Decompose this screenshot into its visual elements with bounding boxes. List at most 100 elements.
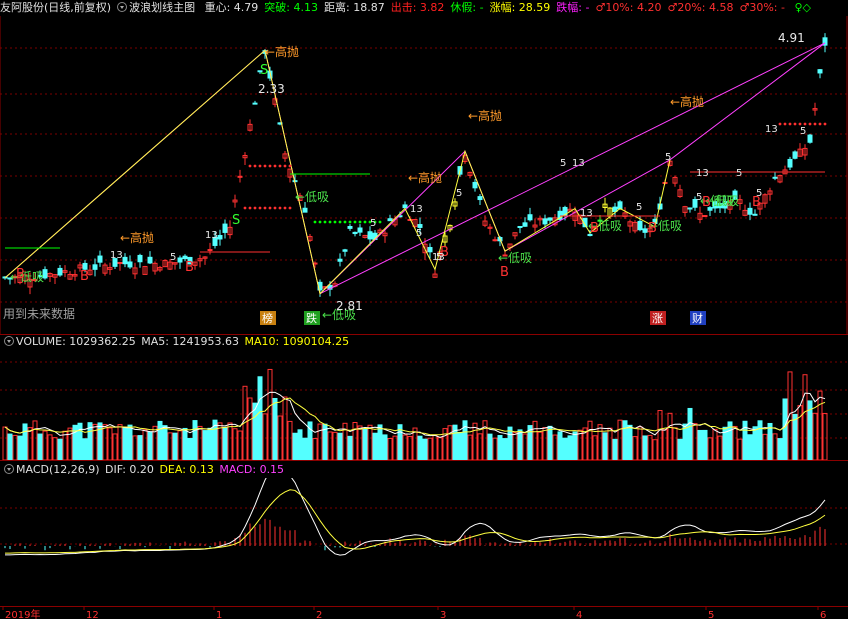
volume-bar — [507, 426, 513, 460]
candle-body — [387, 218, 393, 222]
candle-body — [787, 158, 793, 168]
volume-bar — [282, 396, 288, 460]
candle-body — [217, 235, 223, 240]
sell-label: ←高抛 — [408, 170, 442, 185]
dot-marker — [283, 206, 287, 210]
macd-header: MACD(12,26,9) DIF: 0.20 DEA: 0.13 MACD: … — [0, 462, 848, 478]
volume-bar — [177, 430, 183, 460]
volume-bar — [417, 435, 423, 460]
volume-bar — [62, 430, 68, 460]
date-axis: 2019年 12 1 2 3 4 5 6 — [2, 606, 826, 619]
badge-榜: 榜 — [262, 311, 273, 325]
chevron-down-icon[interactable] — [4, 336, 14, 346]
volume-bar — [567, 435, 573, 460]
dot-marker — [268, 206, 272, 210]
volume-header: VOLUME: 1029362.25 MA5: 1241953.63 MA10:… — [0, 334, 848, 350]
dot-marker — [333, 220, 337, 224]
dot-marker — [288, 206, 292, 210]
volume-bar — [317, 423, 323, 460]
candle-body — [637, 220, 643, 231]
chevron-down-icon[interactable] — [117, 2, 128, 12]
volume-bar — [812, 412, 818, 460]
five-label: 5 — [170, 252, 176, 263]
volume-bar — [657, 410, 663, 460]
candle-body — [347, 226, 353, 229]
candle-body — [642, 228, 648, 233]
thirteen-label: 13 — [765, 124, 778, 135]
volume-bar — [357, 425, 363, 460]
macd-label: MACD(12,26,9) — [16, 463, 100, 476]
volume-bar — [2, 426, 8, 460]
volume-bar — [472, 422, 478, 460]
price-chart[interactable]: ←高抛←高抛←高抛←高抛←高抛←低吸←低吸←低吸←低吸←低吸←低吸 ←低吸←低吸B… — [0, 16, 848, 334]
header-item-0: 重心: 4.79 — [204, 1, 259, 14]
volume-bar — [607, 427, 613, 460]
volume-bar — [237, 430, 243, 460]
volume-chart[interactable] — [0, 350, 848, 460]
volume-bar — [207, 427, 213, 460]
dot-marker — [378, 220, 382, 224]
macd-chart[interactable] — [0, 478, 848, 606]
volume-bar — [597, 424, 603, 460]
volume-bar — [262, 413, 268, 460]
macd-dea: DEA: 0.13 — [159, 463, 214, 476]
volume-bar — [577, 429, 583, 460]
header-item-7: ♂10%: 4.20 — [595, 1, 662, 14]
volume-bar — [157, 420, 163, 460]
dot-marker — [263, 164, 267, 168]
chevron-down-icon[interactable] — [4, 464, 14, 474]
candle-body — [817, 69, 823, 74]
candle-body — [752, 213, 758, 216]
volume-bar — [822, 412, 828, 460]
volume-bar — [537, 431, 543, 460]
dot-marker — [338, 220, 342, 224]
volume-bar — [532, 420, 538, 460]
volume-bar — [287, 420, 293, 460]
thirteen-label: 13 — [580, 208, 593, 219]
mid-price-label: 2.33 — [258, 82, 285, 96]
buy-label: ←低吸 — [295, 190, 329, 204]
volume-bar — [427, 437, 433, 460]
candle-body — [402, 204, 408, 209]
thirteen-label: 13 — [572, 158, 585, 169]
indicator-name[interactable]: 波浪划线主图 — [129, 1, 195, 14]
dot-marker — [803, 122, 807, 126]
volume-bar — [652, 439, 658, 460]
s-marker: S — [232, 213, 240, 228]
five-label: 5 — [736, 168, 742, 179]
stock-title[interactable]: 友阿股份(日线,前复权) — [0, 1, 111, 14]
volume-bar — [182, 427, 188, 460]
dot-marker — [798, 122, 802, 126]
volume-bar — [617, 419, 623, 460]
candle-body — [237, 175, 243, 178]
volume-bar — [747, 434, 753, 460]
header-item-1: 突破: 4.13 — [264, 1, 318, 14]
volume-bar — [372, 432, 378, 460]
candle-body — [492, 239, 498, 242]
low-price-label: 2.81 — [336, 299, 363, 313]
volume-bar — [312, 438, 318, 460]
zigzag-line — [4, 49, 671, 295]
volume-bar — [327, 431, 333, 460]
sell-label: ←高抛 — [670, 94, 704, 109]
volume-bar — [422, 438, 428, 460]
thirteen-label: 13 — [410, 204, 423, 215]
dot-marker — [353, 220, 357, 224]
volume-bar — [347, 435, 353, 460]
volume-bar — [102, 424, 108, 460]
dot-marker — [808, 122, 812, 126]
volume-bar — [542, 427, 548, 460]
candle-body — [367, 231, 373, 240]
volume-bar — [267, 368, 273, 460]
badge-财: 财 — [692, 311, 703, 325]
badge-跌: 跌 — [306, 311, 317, 325]
volume-bar — [137, 435, 143, 460]
volume-bar — [672, 427, 678, 460]
volume-bar — [132, 435, 138, 460]
thirteen-label: 13 — [110, 250, 123, 261]
volume-bar — [382, 434, 388, 460]
candle-body — [97, 255, 103, 263]
candle-body — [57, 267, 63, 276]
five-label: 5 — [456, 188, 462, 199]
dot-marker — [363, 220, 367, 224]
